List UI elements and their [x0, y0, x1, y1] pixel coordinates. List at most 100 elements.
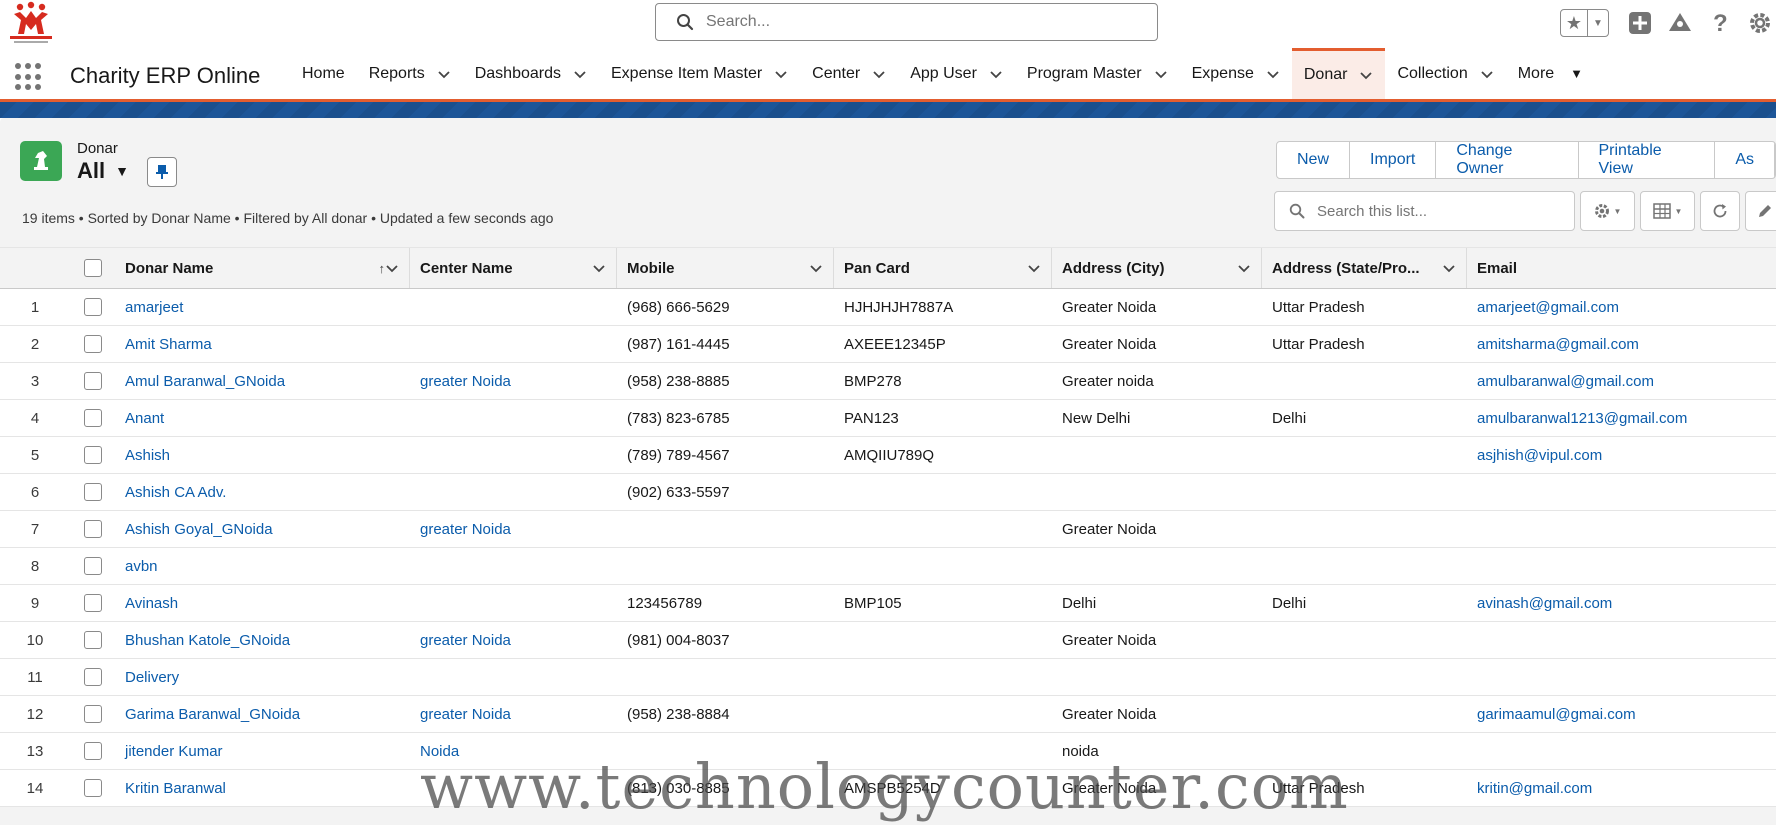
- row-checkbox[interactable]: [83, 372, 102, 391]
- donar-name-link[interactable]: Kritin Baranwal: [125, 780, 226, 797]
- trailhead-icon[interactable]: [1667, 10, 1693, 36]
- chevron-down-icon[interactable]: [573, 67, 587, 81]
- action-button-new[interactable]: New: [1277, 142, 1351, 178]
- chevron-down-icon[interactable]: [437, 67, 451, 81]
- table-row[interactable]: 7 Ashish Goyal_GNoida greater Noida Greater…: [0, 510, 1776, 548]
- row-checkbox[interactable]: [83, 705, 102, 724]
- chevron-down-icon[interactable]: [1027, 261, 1041, 275]
- donar-name-link[interactable]: Garima Baranwal_GNoida: [125, 706, 300, 723]
- nav-tab-center[interactable]: Center: [800, 48, 898, 99]
- favorites-dropdown-icon[interactable]: ▼: [1588, 10, 1608, 36]
- chevron-down-icon[interactable]: [872, 67, 886, 81]
- email-link[interactable]: asjhish@vipul.com: [1477, 447, 1602, 464]
- table-row[interactable]: 9 Avinash 123456789 BMP105 Delhi Delhi avinash…: [0, 584, 1776, 622]
- list-view-controls-button[interactable]: ▼: [1580, 191, 1635, 231]
- chevron-down-icon[interactable]: [385, 261, 399, 275]
- nav-tab-program-master[interactable]: Program Master: [1015, 48, 1180, 99]
- global-add-icon[interactable]: [1627, 10, 1653, 36]
- center-name-link[interactable]: greater Noida: [420, 373, 511, 390]
- nav-tab-donar[interactable]: Donar: [1291, 48, 1386, 99]
- favorites-star-icon[interactable]: ★: [1561, 10, 1588, 36]
- table-row[interactable]: 3 Amul Baranwal_GNoida greater Noida (958) …: [0, 362, 1776, 400]
- table-row[interactable]: 6 Ashish CA Adv. (902) 633-5597: [0, 473, 1776, 511]
- table-row[interactable]: 12 Garima Baranwal_GNoida greater Noida (95…: [0, 695, 1776, 733]
- center-name-link[interactable]: greater Noida: [420, 706, 511, 723]
- nav-tab-reports[interactable]: Reports: [357, 48, 463, 99]
- row-checkbox[interactable]: [83, 335, 102, 354]
- table-row[interactable]: 2 Amit Sharma (987) 161-4445 AXEEE12345P Gre…: [0, 325, 1776, 363]
- chevron-down-icon[interactable]: [592, 261, 606, 275]
- center-name-link[interactable]: greater Noida: [420, 521, 511, 538]
- table-row[interactable]: 5 Ashish (789) 789-4567 AMQIIU789Q asjhish@v…: [0, 436, 1776, 474]
- column-header-address-city[interactable]: Address (City): [1052, 247, 1262, 289]
- column-header-pan-card[interactable]: Pan Card: [834, 247, 1052, 289]
- table-row[interactable]: 4 Anant (783) 823-6785 PAN123 New Delhi Delhi…: [0, 399, 1776, 437]
- column-header-email[interactable]: Email: [1467, 247, 1776, 289]
- column-header-donar-name[interactable]: Donar Name ↑: [115, 247, 410, 289]
- column-header-address-state[interactable]: Address (State/Pro...: [1262, 247, 1467, 289]
- online-charity-logo[interactable]: [6, 0, 56, 46]
- pin-list-view-button[interactable]: [147, 157, 177, 187]
- nav-tab-collection[interactable]: Collection: [1385, 48, 1505, 99]
- nav-tab-expense[interactable]: Expense: [1180, 48, 1292, 99]
- chevron-down-icon[interactable]: [1237, 261, 1251, 275]
- global-search[interactable]: [655, 3, 1158, 41]
- chevron-down-icon[interactable]: [1480, 67, 1494, 81]
- table-row[interactable]: 8 avbn: [0, 547, 1776, 585]
- donar-name-link[interactable]: Ashish CA Adv.: [125, 484, 226, 501]
- refresh-button[interactable]: [1700, 191, 1740, 231]
- nav-tab-app-user[interactable]: App User: [898, 48, 1015, 99]
- app-launcher-icon[interactable]: [15, 63, 43, 91]
- display-as-button[interactable]: ▼: [1640, 191, 1695, 231]
- donar-name-link[interactable]: Ashish: [125, 447, 170, 464]
- chevron-down-icon[interactable]: [1442, 261, 1456, 275]
- row-checkbox[interactable]: [83, 557, 102, 576]
- list-search-input[interactable]: [1315, 201, 1559, 221]
- nav-tab-dashboards[interactable]: Dashboards: [463, 48, 599, 99]
- row-checkbox[interactable]: [83, 409, 102, 428]
- row-checkbox[interactable]: [83, 520, 102, 539]
- table-row[interactable]: 10 Bhushan Katole_GNoida greater Noida (981…: [0, 621, 1776, 659]
- nav-tab-more[interactable]: More ▼: [1506, 48, 1595, 99]
- email-link[interactable]: amarjeet@gmail.com: [1477, 299, 1619, 316]
- column-header-center-name[interactable]: Center Name: [410, 247, 617, 289]
- email-link[interactable]: kritin@gmail.com: [1477, 780, 1592, 797]
- donar-name-link[interactable]: Avinash: [125, 595, 178, 612]
- email-link[interactable]: garimaamul@gmai.com: [1477, 706, 1636, 723]
- chevron-down-icon[interactable]: [1266, 67, 1280, 81]
- nav-tab-home[interactable]: Home: [290, 48, 357, 99]
- nav-tab-expense-item-master[interactable]: Expense Item Master: [599, 48, 800, 99]
- email-link[interactable]: amulbaranwal@gmail.com: [1477, 373, 1654, 390]
- row-checkbox[interactable]: [83, 779, 102, 798]
- table-row[interactable]: 1 amarjeet (968) 666-5629 HJHJHJH7887A Great…: [0, 288, 1776, 326]
- center-name-link[interactable]: Noida: [420, 743, 459, 760]
- center-name-link[interactable]: greater Noida: [420, 632, 511, 649]
- donar-name-link[interactable]: Delivery: [125, 669, 179, 686]
- chevron-down-icon[interactable]: [774, 67, 788, 81]
- column-header-mobile[interactable]: Mobile: [617, 247, 834, 289]
- donar-name-link[interactable]: Bhushan Katole_GNoida: [125, 632, 290, 649]
- global-search-input[interactable]: [704, 12, 1128, 32]
- table-row[interactable]: 14 Kritin Baranwal (813) 030-8885 AMSPB5254…: [0, 769, 1776, 807]
- help-icon[interactable]: ?: [1707, 10, 1733, 36]
- donar-name-link[interactable]: Ashish Goyal_GNoida: [125, 521, 273, 538]
- chevron-down-icon[interactable]: [809, 261, 823, 275]
- setup-gear-icon[interactable]: [1747, 10, 1773, 36]
- table-row[interactable]: 13 jitender Kumar Noida noida: [0, 732, 1776, 770]
- donar-name-link[interactable]: Anant: [125, 410, 164, 427]
- donar-name-link[interactable]: Amul Baranwal_GNoida: [125, 373, 285, 390]
- row-checkbox[interactable]: [83, 631, 102, 650]
- email-link[interactable]: amulbaranwal1213@gmail.com: [1477, 410, 1687, 427]
- row-checkbox[interactable]: [83, 446, 102, 465]
- donar-name-link[interactable]: jitender Kumar: [125, 743, 223, 760]
- chevron-down-icon[interactable]: ▼: [1570, 66, 1583, 81]
- row-checkbox[interactable]: [83, 483, 102, 502]
- action-button-change-owner[interactable]: Change Owner: [1436, 142, 1579, 178]
- chevron-down-icon[interactable]: [1359, 68, 1373, 82]
- list-view-selector[interactable]: All ▼: [77, 158, 129, 184]
- email-link[interactable]: amitsharma@gmail.com: [1477, 336, 1639, 353]
- chevron-down-icon[interactable]: [1154, 67, 1168, 81]
- row-checkbox[interactable]: [83, 298, 102, 317]
- donar-name-link[interactable]: amarjeet: [125, 299, 183, 316]
- row-checkbox[interactable]: [83, 594, 102, 613]
